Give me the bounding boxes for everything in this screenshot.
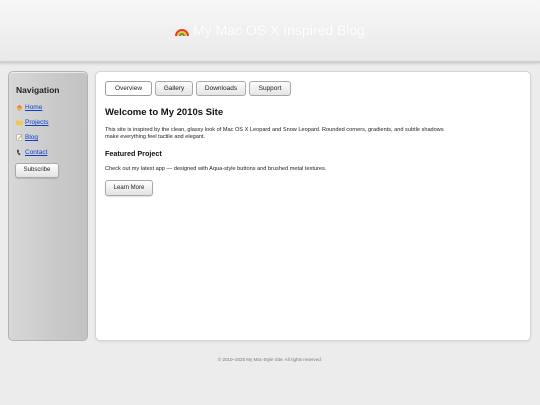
- sidebar-item-label: Home: [25, 104, 43, 111]
- sidebar-item-label: Blog: [25, 134, 39, 141]
- sidebar-item-label: Contact: [25, 149, 48, 156]
- intro-line-2: make everything feel tactile and elegant…: [105, 134, 206, 140]
- page-title: Welcome to My 2010s Site: [105, 107, 224, 118]
- tab-overview[interactable]: Overview: [105, 81, 152, 96]
- sidebar-item-home[interactable]: Home: [16, 104, 42, 111]
- tab-downloads[interactable]: Downloads: [196, 81, 246, 96]
- tab-gallery[interactable]: Gallery: [155, 81, 193, 96]
- rainbow-icon: [175, 24, 190, 40]
- sidebar-item-blog[interactable]: Blog: [16, 134, 38, 141]
- sidebar-item-label: Projects: [25, 119, 49, 126]
- tab-support[interactable]: Support: [249, 81, 291, 96]
- home-icon: [16, 104, 23, 111]
- footer-text: © 2010–2025 My Mac-Style Site. All right…: [217, 357, 323, 362]
- intro-line-1: This site is inspired by the clean, glas…: [105, 127, 444, 133]
- subscribe-button[interactable]: Subscribe: [15, 163, 59, 178]
- learn-more-button[interactable]: Learn More: [105, 180, 153, 196]
- sidebar-item-projects[interactable]: Projects: [16, 119, 48, 126]
- memo-icon: [16, 134, 23, 141]
- site-title: My Mac OS X Inspired Blog: [0, 22, 540, 40]
- sidebar: Navigation Home Projects Blog Contact Su…: [8, 71, 88, 341]
- featured-heading: Featured Project: [105, 149, 162, 158]
- site-title-text: My Mac OS X Inspired Blog: [193, 22, 365, 38]
- main-content: Overview Gallery Downloads Support Welco…: [95, 71, 531, 341]
- site-header: My Mac OS X Inspired Blog: [0, 0, 540, 63]
- folder-icon: [16, 119, 23, 126]
- featured-text: Check out my latest app — designed with …: [105, 166, 327, 172]
- sidebar-item-contact[interactable]: Contact: [16, 149, 47, 156]
- phone-icon: [16, 149, 23, 156]
- nav-title: Navigation: [16, 85, 60, 95]
